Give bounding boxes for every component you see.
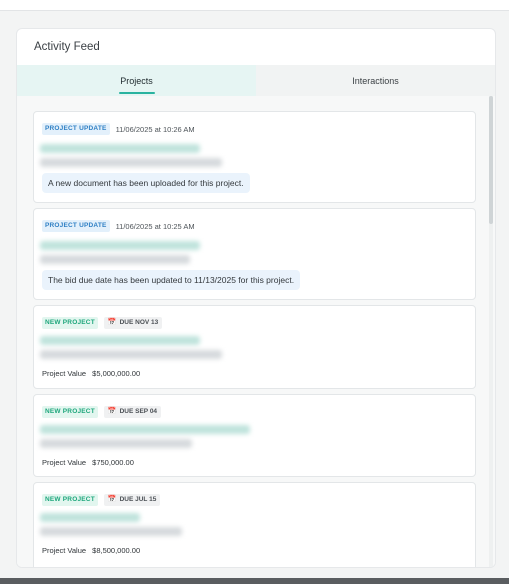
redacted-project-name xyxy=(40,336,200,345)
feed-card[interactable]: NEW PROJECT 📅 DUE JUL 15 Project Value $… xyxy=(33,482,476,567)
due-date-label: DUE JUL 15 xyxy=(119,496,157,503)
due-date-tag: 📅 DUE JUL 15 xyxy=(103,494,161,506)
tab-projects-label: Projects xyxy=(120,75,153,86)
new-project-badge: NEW PROJECT xyxy=(42,406,98,418)
redacted-project-location xyxy=(40,255,190,264)
scrollbar-thumb[interactable] xyxy=(489,96,493,224)
timestamp: 11/06/2025 at 10:25 AM xyxy=(115,221,195,231)
feed-card[interactable]: NEW PROJECT 📅 DUE NOV 13 Project Value $… xyxy=(33,305,476,389)
feed-scrollbar[interactable] xyxy=(489,96,493,567)
project-value-label: Project Value xyxy=(42,369,87,378)
activity-message: The bid due date has been updated to 11/… xyxy=(42,270,301,290)
project-value-amount: $8,500,000.00 xyxy=(92,546,141,555)
project-value-row: Project Value $5,000,000.00 xyxy=(42,369,140,378)
redacted-project-location xyxy=(40,439,192,448)
due-date-label: DUE SEP 04 xyxy=(119,408,158,415)
due-date-label: DUE NOV 13 xyxy=(119,319,159,326)
due-date-tag: 📅 DUE SEP 04 xyxy=(103,406,162,418)
project-value-amount: $5,000,000.00 xyxy=(92,369,141,378)
calendar-icon: 📅 xyxy=(107,408,117,415)
new-project-badge: NEW PROJECT xyxy=(42,317,98,329)
redacted-project-name xyxy=(40,144,200,153)
feed-list[interactable]: PROJECT UPDATE 11/06/2025 at 10:26 AM A … xyxy=(17,96,495,567)
feed-card[interactable]: NEW PROJECT 📅 DUE SEP 04 Project Value $… xyxy=(33,394,476,477)
redacted-project-name xyxy=(40,425,250,434)
project-value-label: Project Value xyxy=(42,546,87,555)
timestamp: 11/06/2025 at 10:26 AM xyxy=(115,124,195,134)
calendar-icon: 📅 xyxy=(107,319,117,326)
project-update-badge: PROJECT UPDATE xyxy=(42,123,110,135)
redacted-project-location xyxy=(40,158,222,167)
top-bar xyxy=(0,0,509,11)
tab-interactions[interactable]: Interactions xyxy=(256,65,495,96)
tab-interactions-label: Interactions xyxy=(352,75,399,86)
redacted-project-location xyxy=(40,527,182,536)
new-project-badge: NEW PROJECT xyxy=(42,494,98,506)
calendar-icon: 📅 xyxy=(107,496,117,503)
bottom-bar xyxy=(0,578,509,584)
redacted-project-location xyxy=(40,350,222,359)
activity-message: A new document has been uploaded for thi… xyxy=(42,173,250,193)
project-update-badge: PROJECT UPDATE xyxy=(42,220,110,232)
activity-feed-panel: Activity Feed Projects Interactions PROJ… xyxy=(16,28,496,568)
due-date-tag: 📅 DUE NOV 13 xyxy=(103,317,163,329)
redacted-project-name xyxy=(40,241,200,250)
redacted-project-name xyxy=(40,513,140,522)
tab-bar: Projects Interactions xyxy=(17,65,495,96)
project-value-amount: $750,000.00 xyxy=(92,458,134,467)
feed-card[interactable]: PROJECT UPDATE 11/06/2025 at 10:25 AM Th… xyxy=(33,208,476,300)
tab-projects[interactable]: Projects xyxy=(17,65,256,96)
project-value-label: Project Value xyxy=(42,458,87,467)
active-tab-indicator xyxy=(118,92,155,94)
panel-title: Activity Feed xyxy=(34,41,100,53)
project-value-row: Project Value $750,000.00 xyxy=(42,458,134,467)
feed-card[interactable]: PROJECT UPDATE 11/06/2025 at 10:26 AM A … xyxy=(33,111,476,203)
project-value-row: Project Value $8,500,000.00 xyxy=(42,546,140,555)
